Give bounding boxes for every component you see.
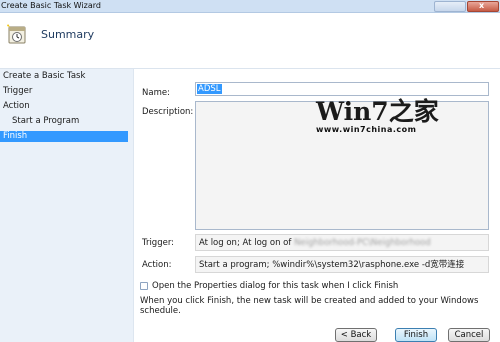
page-title: Summary <box>41 28 95 41</box>
trigger-value: At log on; At log on of <box>199 238 292 248</box>
action-value: Start a program; %windir%\system32\rasph… <box>199 260 465 270</box>
description-label: Description: <box>142 107 194 117</box>
open-properties-label[interactable]: Open the Properties dialog for this task… <box>152 281 398 291</box>
name-value: ADSL <box>197 84 222 94</box>
name-label: Name: <box>142 88 170 98</box>
close-icon: x <box>479 1 485 10</box>
open-properties-checkbox[interactable] <box>140 282 148 290</box>
step-action[interactable]: Action <box>3 101 30 112</box>
step-finish[interactable]: Finish <box>0 131 128 142</box>
watermark-url: www.win7china.com <box>316 125 417 134</box>
trigger-field: At log on; At log on of Neighborhood-PC\… <box>195 234 489 251</box>
watermark-logo: Win7之家 www.win7china.com <box>316 92 491 140</box>
step-create-basic-task[interactable]: Create a Basic Task <box>3 71 85 82</box>
trigger-label: Trigger: <box>142 238 175 248</box>
cancel-button[interactable]: Cancel <box>448 328 490 342</box>
title-bar: Create Basic Task Wizard x <box>0 0 500 13</box>
maximize-button[interactable] <box>434 1 466 12</box>
close-button[interactable]: x <box>467 1 499 12</box>
trigger-user-redacted: Neighborhood-PC\Neighborhood <box>294 238 431 248</box>
action-label: Action: <box>142 260 172 270</box>
window-title: Create Basic Task Wizard <box>1 1 101 10</box>
wizard-header: Summary <box>0 13 500 69</box>
finish-info-text: When you click Finish, the new task will… <box>140 296 479 316</box>
back-button[interactable]: < Back <box>335 328 377 342</box>
step-trigger[interactable]: Trigger <box>3 86 32 97</box>
action-field: Start a program; %windir%\system32\rasph… <box>195 256 489 273</box>
steps-pane: Create a Basic Task Trigger Action Start… <box>0 69 134 342</box>
finish-button[interactable]: Finish <box>395 328 437 342</box>
watermark-brand: Win7之家 <box>316 97 439 126</box>
task-scheduler-icon <box>7 24 26 44</box>
step-start-a-program[interactable]: Start a Program <box>12 116 79 127</box>
